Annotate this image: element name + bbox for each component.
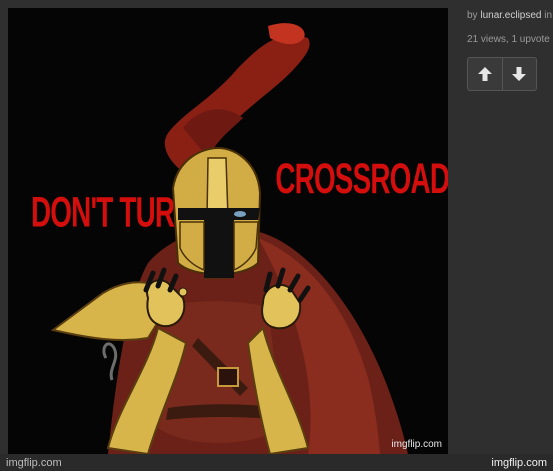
downvote-button[interactable] [501,58,537,90]
caption-left: DON'T TURN [31,188,194,236]
vote-buttons [467,57,537,91]
by-label: by [467,10,478,21]
author-line: by lunar.eclipsed in [467,10,553,21]
image-footer-strip [0,454,553,471]
watermark-right: imgflip.com [491,457,547,469]
arrow-up-icon [477,67,492,81]
knight-illustration: DON'T TURN CROSSROADS [31,23,448,454]
caption-right: CROSSROADS [275,154,448,202]
inner-watermark: imgflip.com [391,439,442,450]
view-stats: 21 views, 1 upvote [467,34,550,45]
watermark-left: imgflip.com [6,457,62,469]
author-link[interactable]: lunar.eclipsed [480,10,541,21]
upvote-button[interactable] [468,58,502,90]
author-suffix: in [541,10,553,21]
arrow-down-icon [512,67,527,81]
meme-image: DON'T TURN CROSSROADS imgflip.com [8,8,448,454]
